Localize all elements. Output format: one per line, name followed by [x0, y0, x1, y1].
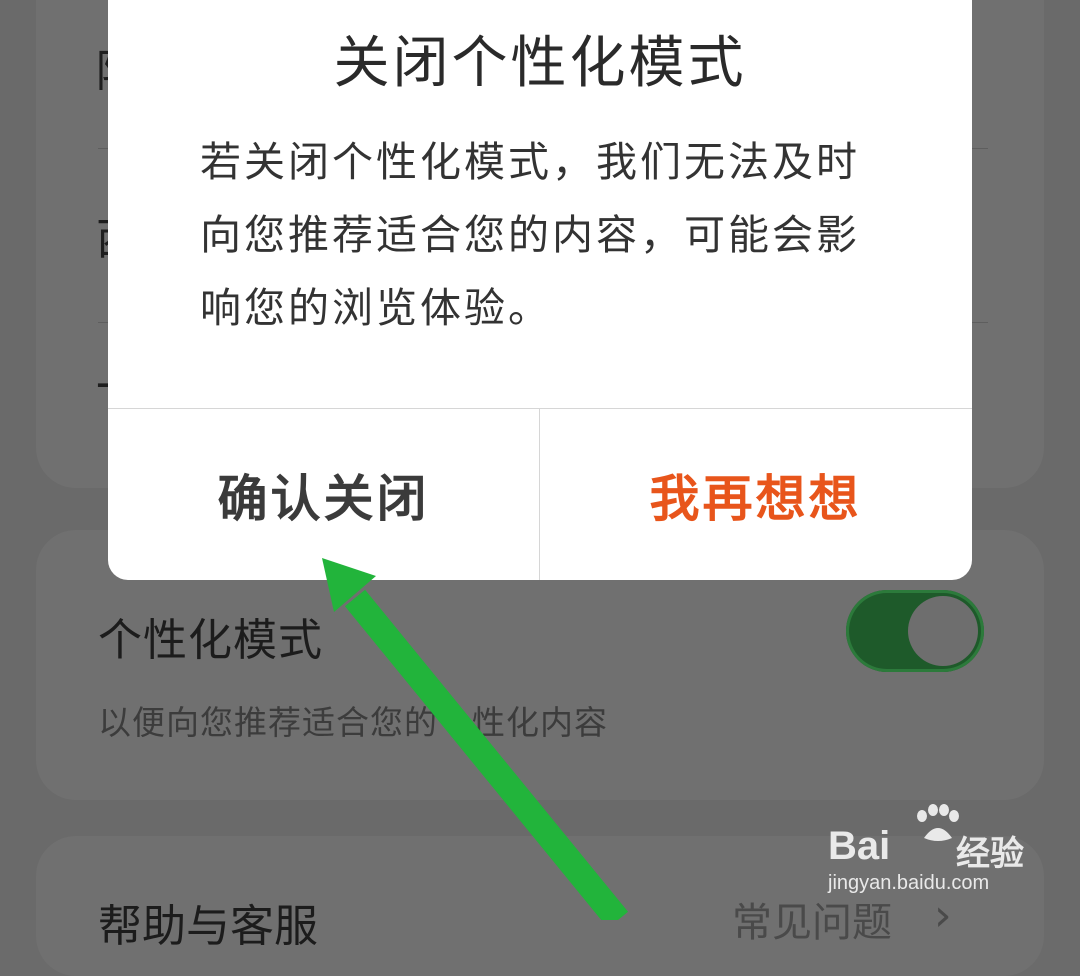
- help-and-service-label[interactable]: 帮助与客服: [98, 890, 318, 954]
- faq-link[interactable]: 常见问题: [732, 890, 892, 948]
- personalization-mode-title: 个性化模式: [98, 615, 323, 666]
- close-personalization-dialog: 关闭个性化模式 若关闭个性化模式，我们无法及时向您推荐适合您的内容，可能会影响您…: [108, 0, 972, 580]
- paw-icon: [917, 804, 959, 841]
- watermark-url: jingyan.baidu.com: [828, 872, 990, 894]
- dialog-message: 若关闭个性化模式，我们无法及时向您推荐适合您的内容，可能会影响您的浏览体验。: [200, 138, 860, 332]
- rethink-button[interactable]: 我再想想: [540, 409, 971, 580]
- confirm-close-button[interactable]: 确认关闭: [108, 409, 539, 580]
- personalization-mode-description: 以便向您推荐适合您的个性化内容: [98, 703, 608, 742]
- watermark-brand-cn: 经验: [956, 834, 1024, 874]
- toggle-knob: [908, 596, 978, 666]
- baidu-jingyan-watermark: Bai 经验 jingyan.baidu.com: [828, 804, 1038, 898]
- dialog-title: 关闭个性化模式: [333, 31, 747, 96]
- personalization-mode-toggle[interactable]: [846, 590, 984, 672]
- watermark-brand: Bai: [828, 824, 891, 868]
